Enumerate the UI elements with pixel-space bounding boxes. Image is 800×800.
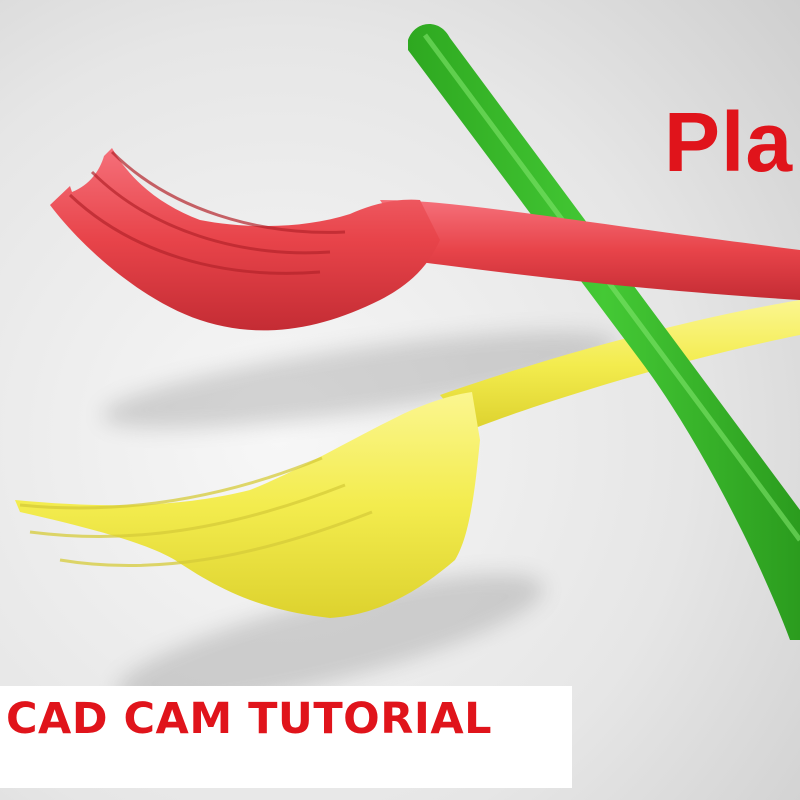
- footer-label: CAD CAM TUTORIAL: [6, 694, 493, 744]
- title-text-partial: Pla: [664, 95, 794, 189]
